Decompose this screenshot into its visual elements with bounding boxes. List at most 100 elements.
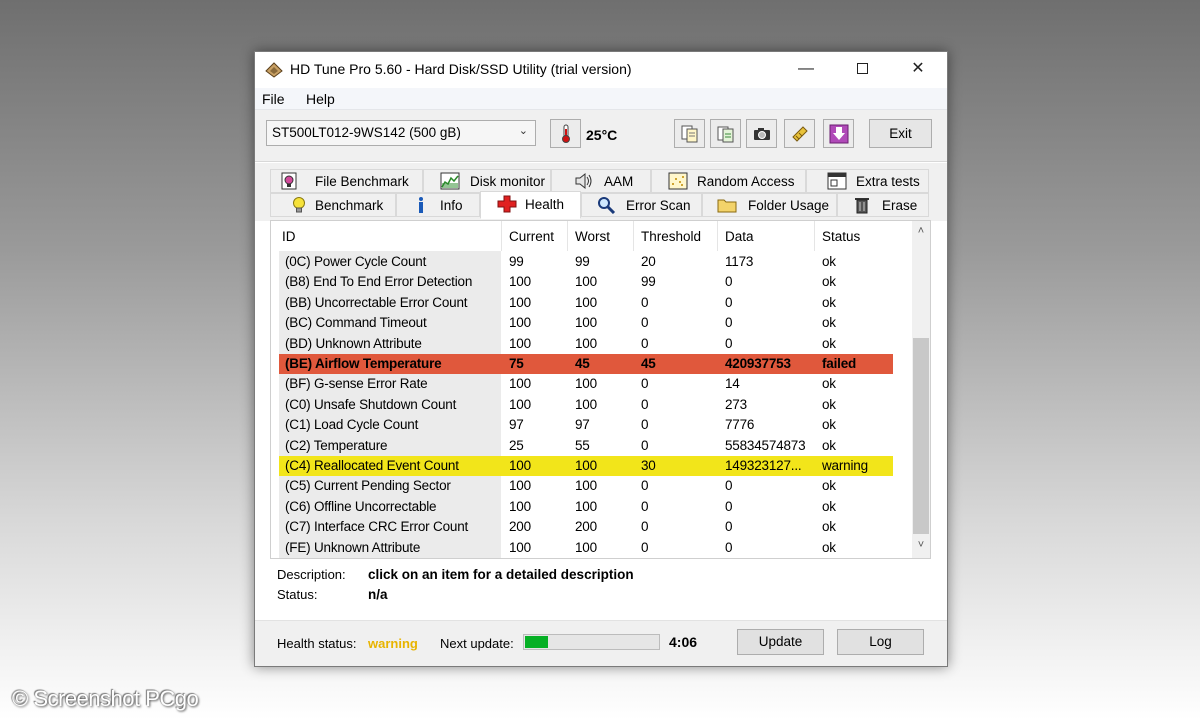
- table-row[interactable]: (BF) G-sense Error Rate 100 100 0 14 ok: [279, 374, 893, 394]
- minimize-icon: —: [798, 60, 814, 77]
- drive-select[interactable]: ST500LT012-9WS142 (500 gB) ⌄: [266, 120, 536, 146]
- menu-help[interactable]: Help: [306, 91, 335, 107]
- cell-current: 100: [509, 498, 531, 514]
- tab-label: File Benchmark: [315, 174, 409, 189]
- tab-info[interactable]: Info: [396, 193, 480, 217]
- tab-aam[interactable]: AAM: [551, 169, 651, 193]
- cell-worst: 45: [575, 356, 590, 371]
- status-label: Status:: [277, 587, 318, 602]
- tab-extra-tests[interactable]: Extra tests: [806, 169, 929, 193]
- cell-id: (C7) Interface CRC Error Count: [285, 519, 469, 535]
- health-cross-icon: [497, 195, 517, 213]
- file-benchmark-icon: [281, 172, 297, 190]
- random-access-icon: [668, 172, 688, 190]
- maximize-button[interactable]: [839, 52, 885, 87]
- cell-id: (BB) Uncorrectable Error Count: [285, 294, 468, 310]
- cell-status: ok: [822, 274, 836, 290]
- toolbar: ST500LT012-9WS142 (500 gB) ⌄ 25°C Exit: [255, 110, 947, 162]
- scroll-up-icon[interactable]: ˄: [912, 225, 930, 241]
- table-row[interactable]: (C7) Interface CRC Error Count 200 200 0 0 ok: [279, 517, 893, 537]
- table-row[interactable]: (C5) Current Pending Sector 100 100 0 0 ok: [279, 476, 893, 496]
- table-row[interactable]: (BE) Airflow Temperature 75 45 45 420937753 f…: [279, 354, 893, 375]
- tab-label: Benchmark: [315, 198, 384, 213]
- tab-disk-monitor[interactable]: Disk monitor: [423, 169, 551, 193]
- menu-file[interactable]: File: [262, 91, 285, 107]
- tab-benchmark[interactable]: Benchmark: [270, 193, 396, 217]
- health-status-value: warning: [368, 636, 418, 651]
- lightbulb-icon: [293, 197, 305, 213]
- cell-data: 149323127...: [725, 458, 802, 473]
- tab-error-scan[interactable]: Error Scan: [581, 193, 702, 217]
- tab-file-benchmark[interactable]: File Benchmark: [270, 169, 423, 193]
- update-button[interactable]: Update: [737, 629, 824, 655]
- table-row[interactable]: (BC) Command Timeout 100 100 0 0 ok: [279, 313, 893, 333]
- smart-attributes-table[interactable]: ID Current Worst Threshold Data Status (…: [270, 220, 931, 559]
- minimize-button[interactable]: —: [783, 52, 829, 87]
- options-icon: [792, 126, 808, 142]
- table-row[interactable]: (BD) Unknown Attribute 100 100 0 0 ok: [279, 334, 893, 354]
- table-row[interactable]: (C6) Offline Uncorrectable 100 100 0 0 ok: [279, 497, 893, 517]
- chevron-down-icon: ⌄: [518, 125, 528, 137]
- column-header-id[interactable]: ID: [271, 221, 502, 251]
- copy-icon: [681, 125, 698, 143]
- cell-status: ok: [822, 437, 836, 453]
- cell-threshold: 0: [641, 396, 649, 412]
- table-row[interactable]: (0C) Power Cycle Count 99 99 20 1173 ok: [279, 252, 893, 272]
- health-status-label: Health status:: [277, 636, 357, 651]
- vertical-scrollbar[interactable]: ˄ ˅: [912, 221, 930, 558]
- table-row[interactable]: (BB) Uncorrectable Error Count 100 100 0 0 ok: [279, 293, 893, 313]
- tab-folder-usage[interactable]: Folder Usage: [702, 193, 837, 217]
- column-header-threshold[interactable]: Threshold: [634, 221, 718, 251]
- cell-threshold: 99: [641, 274, 656, 290]
- cell-current: 100: [509, 458, 531, 473]
- copy-info-button[interactable]: [674, 119, 705, 148]
- cell-threshold: 0: [641, 478, 649, 494]
- save-button[interactable]: [823, 119, 854, 148]
- table-row[interactable]: (FE) Unknown Attribute 100 100 0 0 ok: [279, 538, 893, 558]
- table-row[interactable]: (C1) Load Cycle Count 97 97 0 7776 ok: [279, 415, 893, 435]
- tab-random-access[interactable]: Random Access: [651, 169, 806, 193]
- description-label: Description:: [277, 567, 346, 582]
- tab-label: Random Access: [697, 174, 795, 189]
- table-row[interactable]: (C2) Temperature 25 55 0 55834574873 ok: [279, 436, 893, 456]
- cell-status: ok: [822, 498, 836, 514]
- column-header-status[interactable]: Status: [815, 221, 893, 251]
- cell-status: ok: [822, 376, 836, 392]
- tab-erase[interactable]: Erase: [837, 193, 929, 217]
- options-button[interactable]: [784, 119, 815, 148]
- cell-current: 100: [509, 396, 531, 412]
- tab-label: Erase: [882, 198, 918, 213]
- exit-button[interactable]: Exit: [869, 119, 932, 148]
- cell-data: 0: [725, 519, 733, 535]
- scroll-thumb[interactable]: [913, 338, 929, 534]
- table-row[interactable]: (C0) Unsafe Shutdown Count 100 100 0 273 ok: [279, 395, 893, 415]
- tab-label: Info: [440, 198, 463, 213]
- column-header-current[interactable]: Current: [502, 221, 568, 251]
- extra-tests-icon: [827, 172, 847, 190]
- tab-health[interactable]: Health: [480, 191, 581, 219]
- cell-id: (FE) Unknown Attribute: [285, 539, 421, 555]
- table-row[interactable]: (C4) Reallocated Event Count 100 100 30 1493…: [279, 456, 893, 477]
- cell-id: (0C) Power Cycle Count: [285, 254, 427, 269]
- cell-status: ok: [822, 315, 836, 331]
- copy-screen-button[interactable]: [710, 119, 741, 148]
- trash-icon: [855, 198, 869, 214]
- scroll-down-icon[interactable]: ˅: [912, 539, 930, 555]
- cell-status: ok: [822, 539, 836, 555]
- screenshot-button[interactable]: [746, 119, 777, 148]
- cell-threshold: 0: [641, 294, 649, 310]
- cell-current: 25: [509, 437, 524, 453]
- temperature-button[interactable]: [550, 119, 581, 148]
- cell-data: 0: [725, 294, 733, 310]
- log-button[interactable]: Log: [837, 629, 924, 655]
- description-value: click on an item for a detailed descript…: [368, 567, 634, 582]
- close-button[interactable]: ✕: [895, 52, 941, 87]
- table-row[interactable]: (B8) End To End Error Detection 100 100 99 0…: [279, 272, 893, 292]
- cell-data: 273: [725, 396, 747, 412]
- close-icon: ✕: [911, 60, 925, 77]
- column-header-worst[interactable]: Worst: [568, 221, 634, 251]
- cell-threshold: 0: [641, 437, 649, 453]
- drive-select-value: ST500LT012-9WS142 (500 gB): [272, 125, 461, 140]
- column-header-data[interactable]: Data: [718, 221, 815, 251]
- cell-id: (BD) Unknown Attribute: [285, 335, 422, 351]
